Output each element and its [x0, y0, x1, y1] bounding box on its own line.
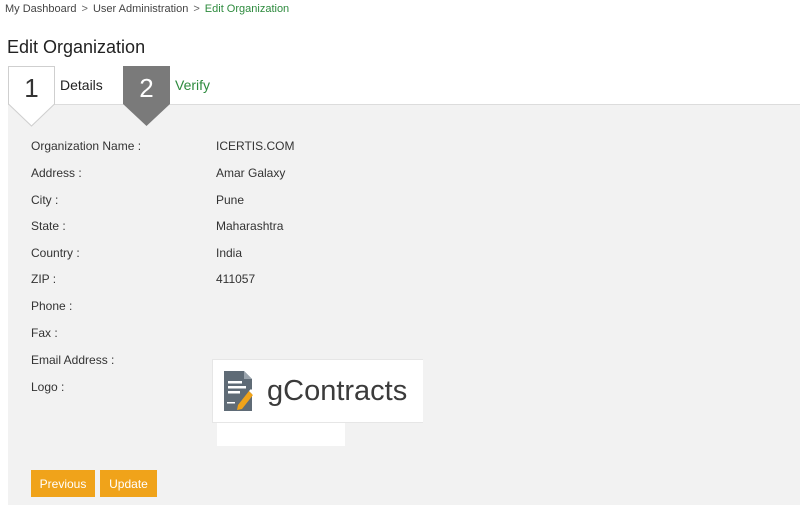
state-label: State :: [31, 219, 66, 233]
breadcrumb-user-administration[interactable]: User Administration: [93, 3, 188, 15]
organization-name-value: ICERTIS.COM: [216, 139, 295, 153]
step-1-label[interactable]: Details: [60, 77, 103, 93]
step-1-indicator[interactable]: 1: [8, 66, 55, 127]
address-label: Address :: [31, 166, 82, 180]
previous-button[interactable]: Previous: [31, 470, 95, 497]
country-label: Country :: [31, 246, 80, 260]
breadcrumb-my-dashboard[interactable]: My Dashboard: [5, 3, 77, 15]
state-value: Maharashtra: [216, 219, 284, 233]
zip-value: 411057: [216, 272, 256, 286]
update-button[interactable]: Update: [100, 470, 157, 497]
form-panel: [8, 104, 800, 505]
step-1-number: 1: [24, 73, 39, 103]
email-address-label: Email Address :: [31, 353, 115, 367]
contract-document-icon: [224, 371, 255, 411]
logo-preview: gContracts: [212, 359, 423, 423]
step-2-number: 2: [139, 73, 154, 103]
city-label: City :: [31, 193, 59, 207]
country-value: India: [216, 246, 243, 260]
breadcrumb-separator: >: [193, 3, 200, 15]
organization-name-label: Organization Name :: [31, 139, 142, 153]
breadcrumb-current: Edit Organization: [204, 3, 290, 15]
logo-label: Logo :: [31, 380, 65, 394]
page-title: Edit Organization: [7, 37, 146, 57]
breadcrumb: My Dashboard > User Administration > Edit Or…: [5, 3, 289, 15]
city-value: Pune: [216, 193, 245, 207]
breadcrumb-separator: >: [81, 3, 88, 15]
phone-label: Phone :: [31, 299, 73, 313]
logo-wordmark: gContracts: [267, 375, 408, 407]
fax-label: Fax :: [31, 326, 58, 340]
step-2-indicator[interactable]: 2: [123, 66, 170, 126]
step-2-label[interactable]: Verify: [175, 77, 210, 93]
address-value: Amar Galaxy: [216, 166, 286, 180]
zip-label: ZIP :: [31, 272, 57, 286]
logo-upload-area[interactable]: [217, 423, 345, 446]
